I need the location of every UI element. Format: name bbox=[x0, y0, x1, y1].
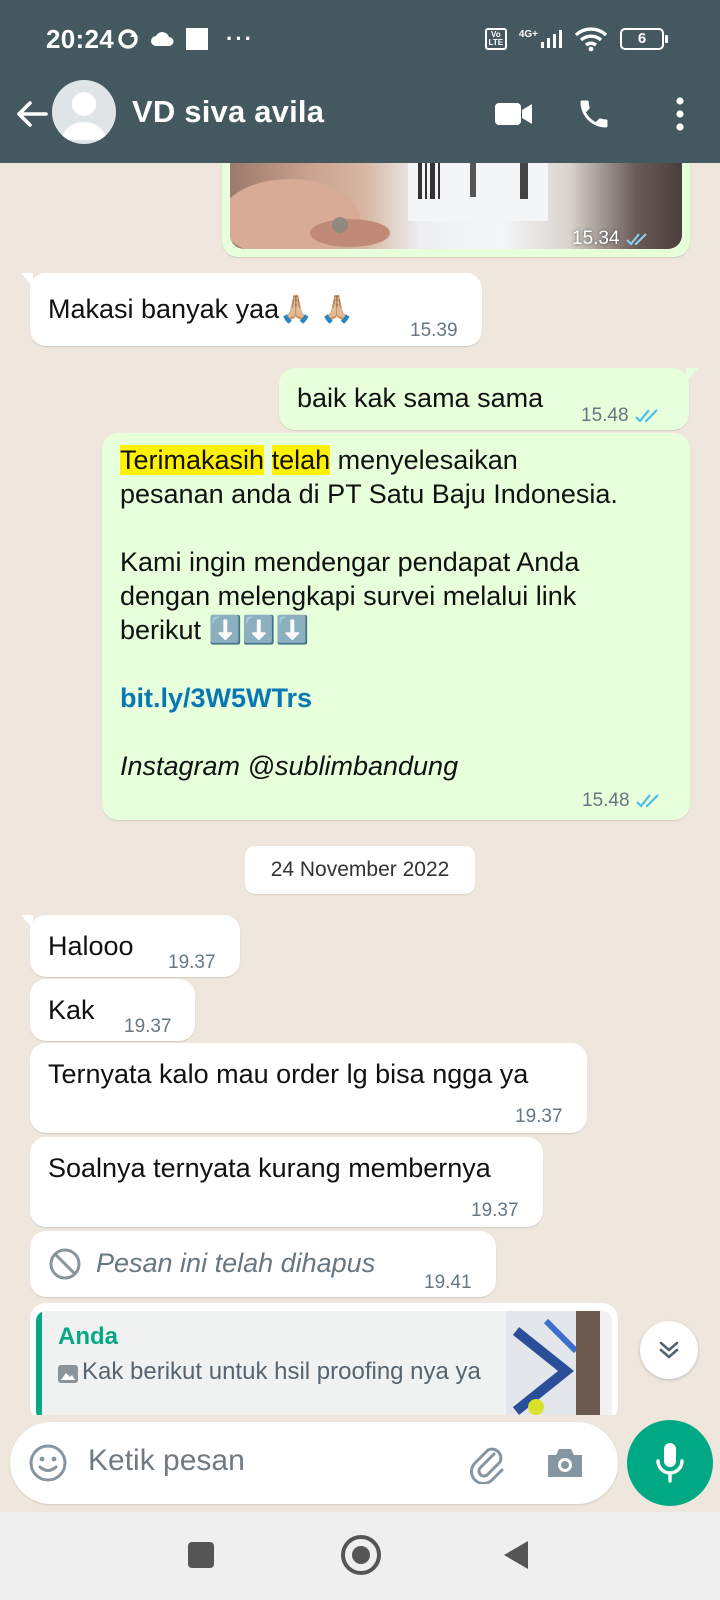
message-text: Kak bbox=[48, 995, 95, 1025]
proofing-picture bbox=[506, 1311, 600, 1415]
quoted-thumbnail bbox=[506, 1311, 600, 1415]
phone-icon bbox=[580, 100, 608, 128]
voice-call-button[interactable] bbox=[570, 90, 618, 138]
incoming-message[interactable]: Makasi banyak yaa🙏🏼 🙏🏼 15.39 bbox=[21, 273, 482, 346]
image-message[interactable]: 15.34 bbox=[222, 163, 690, 257]
incoming-message[interactable]: Soalnya ternyata kurang membernya 19.37 bbox=[30, 1137, 543, 1227]
contact-name[interactable]: VD siva avila bbox=[132, 94, 324, 130]
volte-icon: Vo LTE bbox=[484, 28, 507, 50]
message-time: 19.41 bbox=[424, 1272, 472, 1293]
home-button[interactable] bbox=[341, 1535, 381, 1575]
video-call-icon bbox=[495, 103, 532, 125]
chevron-double-down-icon bbox=[659, 1341, 679, 1359]
more-vertical-icon bbox=[676, 97, 684, 131]
status-notification-icons: ··· bbox=[116, 26, 254, 52]
camera-button[interactable] bbox=[544, 1443, 586, 1483]
incoming-message[interactable]: Kak 19.37 bbox=[30, 979, 195, 1041]
attach-icon bbox=[470, 1447, 504, 1485]
cloud-icon bbox=[151, 32, 174, 46]
status-time: 20:24 bbox=[46, 24, 114, 54]
chat-header: VD siva avila bbox=[0, 78, 720, 163]
back-button[interactable] bbox=[12, 94, 52, 134]
home-dot-icon bbox=[352, 1546, 370, 1564]
wifi-icon bbox=[574, 27, 608, 52]
deleted-message[interactable]: Pesan ini telah dihapus 19.41 bbox=[30, 1231, 496, 1297]
scroll-to-bottom-button[interactable] bbox=[640, 1321, 698, 1379]
blocked-icon bbox=[49, 1248, 81, 1280]
message-time: 15.39 bbox=[410, 320, 458, 341]
message-text: Halooo bbox=[48, 931, 134, 961]
incoming-message[interactable]: Halooo 19.37 bbox=[21, 915, 240, 977]
voice-record-button[interactable] bbox=[627, 1420, 713, 1506]
message-time: 15.34 bbox=[572, 221, 650, 257]
more-notifications-icon: ··· bbox=[226, 26, 254, 51]
recents-button[interactable] bbox=[188, 1542, 214, 1568]
top-bar: 20:24 ··· Vo LTE 4G+ 6 VD siva avila bbox=[0, 0, 720, 163]
sync-icon bbox=[118, 29, 138, 49]
system-navigation-bar bbox=[0, 1512, 720, 1600]
back-nav-button[interactable] bbox=[504, 1541, 528, 1569]
double-check-icon bbox=[625, 233, 647, 246]
emoji-button[interactable] bbox=[28, 1443, 68, 1483]
message-time: 19.37 bbox=[168, 952, 216, 973]
message-time: 15.48 bbox=[582, 783, 662, 819]
quoted-author: Anda bbox=[58, 1323, 118, 1350]
notification-square-icon bbox=[186, 28, 208, 50]
video-call-button[interactable] bbox=[490, 90, 538, 138]
outgoing-message[interactable]: Terimakasih telah menyelesaikan pesanan … bbox=[102, 433, 690, 820]
survey-link[interactable]: bit.ly/3W5WTrs bbox=[120, 681, 680, 715]
message-text: Terimakasih telah menyelesaikan pesanan … bbox=[120, 443, 680, 783]
emoji-icon bbox=[29, 1444, 67, 1482]
message-text: baik kak sama sama bbox=[297, 383, 544, 413]
message-time: 15.48 bbox=[581, 398, 661, 434]
chat-area[interactable]: 15.34 Makasi banyak yaa🙏🏼 🙏🏼 15.39 baik … bbox=[0, 163, 720, 1415]
double-check-icon bbox=[634, 409, 658, 423]
message-text: Soalnya ternyata kurang membernya bbox=[48, 1153, 491, 1183]
avatar[interactable] bbox=[52, 80, 116, 144]
message-time: 19.37 bbox=[471, 1200, 519, 1221]
signal-icon: 4G+ bbox=[519, 30, 562, 48]
battery-icon: 6 bbox=[620, 28, 668, 50]
default-avatar-icon bbox=[62, 92, 106, 140]
outgoing-message[interactable]: baik kak sama sama 15.48 bbox=[279, 368, 698, 430]
incoming-message[interactable]: Ternyata kalo mau order lg bisa ngga ya … bbox=[30, 1043, 587, 1133]
message-text: Makasi banyak yaa🙏🏼 🙏🏼 bbox=[48, 294, 354, 324]
message-time: 19.37 bbox=[124, 1016, 172, 1037]
image-icon bbox=[58, 1365, 78, 1383]
message-text: Pesan ini telah dihapus bbox=[96, 1248, 376, 1278]
message-composer: Ketik pesan bbox=[10, 1422, 618, 1504]
message-text: Ternyata kalo mau order lg bisa ngga ya bbox=[48, 1059, 529, 1089]
camera-icon bbox=[548, 1449, 582, 1477]
reply-message[interactable]: Anda Kak berikut untuk hsil proofing nya… bbox=[30, 1303, 618, 1415]
back-arrow-icon bbox=[17, 101, 48, 127]
quoted-text: Kak berikut untuk hsil proofing nya ya bbox=[82, 1358, 481, 1385]
message-input[interactable]: Ketik pesan bbox=[88, 1444, 245, 1478]
date-divider: 24 November 2022 bbox=[245, 846, 475, 894]
status-system-icons: Vo LTE 4G+ 6 bbox=[484, 24, 668, 54]
double-check-icon bbox=[635, 794, 659, 808]
message-time: 19.37 bbox=[515, 1106, 563, 1127]
attach-button[interactable] bbox=[466, 1442, 508, 1485]
more-options-button[interactable] bbox=[656, 90, 704, 138]
status-bar: 20:24 ··· Vo LTE 4G+ 6 bbox=[0, 0, 720, 78]
quoted-message[interactable]: Anda Kak berikut untuk hsil proofing nya… bbox=[36, 1311, 612, 1415]
mic-icon bbox=[656, 1443, 684, 1483]
